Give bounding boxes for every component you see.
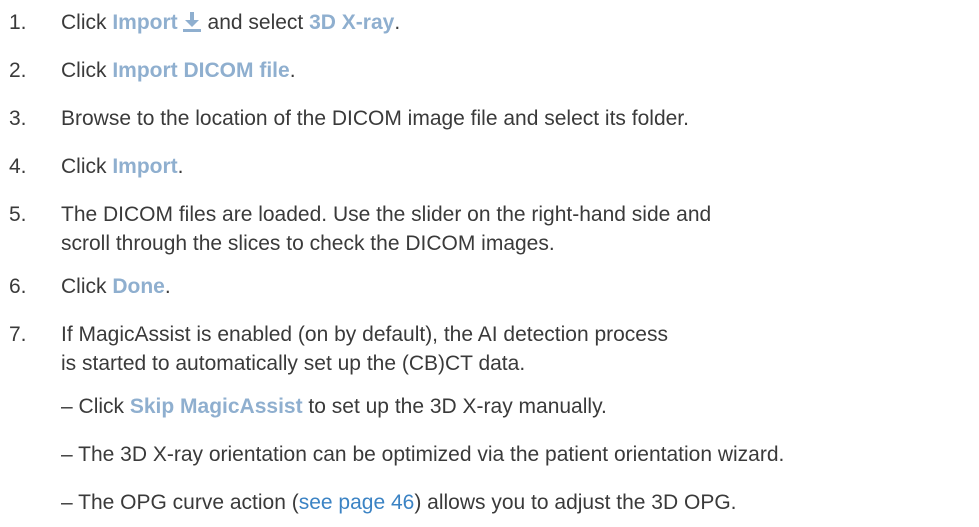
dash: –: [61, 395, 73, 418]
step-number: 3.: [9, 107, 27, 130]
3d-xray-label: 3D X-ray: [309, 11, 395, 34]
step-number: 1.: [9, 11, 27, 34]
step-text: If MagicAssist is enabled (on by default…: [61, 323, 668, 375]
skip-magicassist-label: Skip MagicAssist: [129, 395, 303, 418]
step-number: 2.: [9, 59, 27, 82]
sub-item: – Click Skip MagicAssist to set up the 3…: [61, 395, 607, 418]
step-text: Click Import.: [61, 155, 184, 178]
download-icon: [182, 11, 202, 40]
step-text: Click Done.: [61, 275, 171, 298]
step-number: 7.: [9, 323, 27, 346]
import-dicom-label: Import DICOM file: [112, 59, 290, 82]
step-number: 5.: [9, 203, 27, 226]
step-number: 4.: [9, 155, 27, 178]
sub-item: – The OPG curve action (see page 46) all…: [61, 491, 737, 514]
page-link[interactable]: see page 46: [299, 491, 415, 514]
step-text: The DICOM files are loaded. Use the slid…: [61, 203, 712, 255]
step-text: Browse to the location of the DICOM imag…: [61, 107, 689, 130]
step-text: Click Import and select 3D X-ray.: [61, 8, 400, 40]
step-text: Click Import DICOM file.: [61, 59, 296, 82]
done-label: Done: [112, 275, 165, 298]
step-number: 6.: [9, 275, 27, 298]
dash: –: [61, 443, 73, 466]
import-label: Import: [112, 11, 178, 34]
sub-item: – The 3D X-ray orientation can be optimi…: [61, 443, 785, 466]
dash: –: [61, 491, 73, 514]
import-label: Import: [112, 155, 178, 178]
